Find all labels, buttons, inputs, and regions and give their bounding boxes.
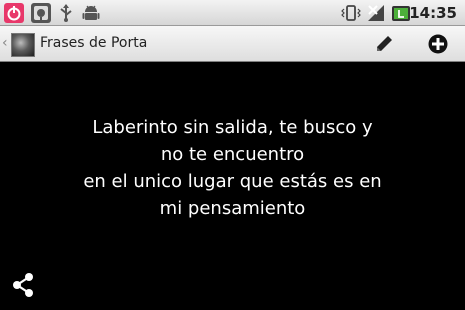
vibrate-icon <box>341 3 361 23</box>
chevron-left-icon[interactable]: ‹ <box>2 35 8 51</box>
status-bar: 14:35 <box>0 0 465 26</box>
status-time: 14:35 <box>409 4 457 22</box>
quote-view: Laberinto sin salida, te busco y no te e… <box>0 62 465 310</box>
quote-line: mi pensamiento <box>159 198 306 219</box>
quote-line: en el unico lugar que estás es en <box>83 171 382 192</box>
app-avatar[interactable] <box>11 33 35 57</box>
quote-line: Laberinto sin salida, te busco y <box>92 117 373 138</box>
usb-debug-icon <box>56 3 76 23</box>
power-icon <box>4 3 24 23</box>
android-icon <box>81 3 101 23</box>
signal-icon <box>366 3 386 23</box>
app-title: Frases de Porta <box>40 35 148 51</box>
edit-button[interactable] <box>372 32 396 56</box>
quote-line: no te encuentro <box>160 144 305 165</box>
quote-text: Laberinto sin salida, te busco y no te e… <box>40 114 425 222</box>
share-button[interactable] <box>11 272 35 298</box>
action-bar: ‹ Frases de Porta <box>0 26 465 62</box>
pencil-icon <box>377 36 392 51</box>
add-circle-icon <box>428 34 448 54</box>
share-icon <box>13 273 33 297</box>
battery-icon <box>391 3 411 23</box>
voice-app-icon <box>31 3 51 23</box>
add-button[interactable] <box>426 32 450 56</box>
